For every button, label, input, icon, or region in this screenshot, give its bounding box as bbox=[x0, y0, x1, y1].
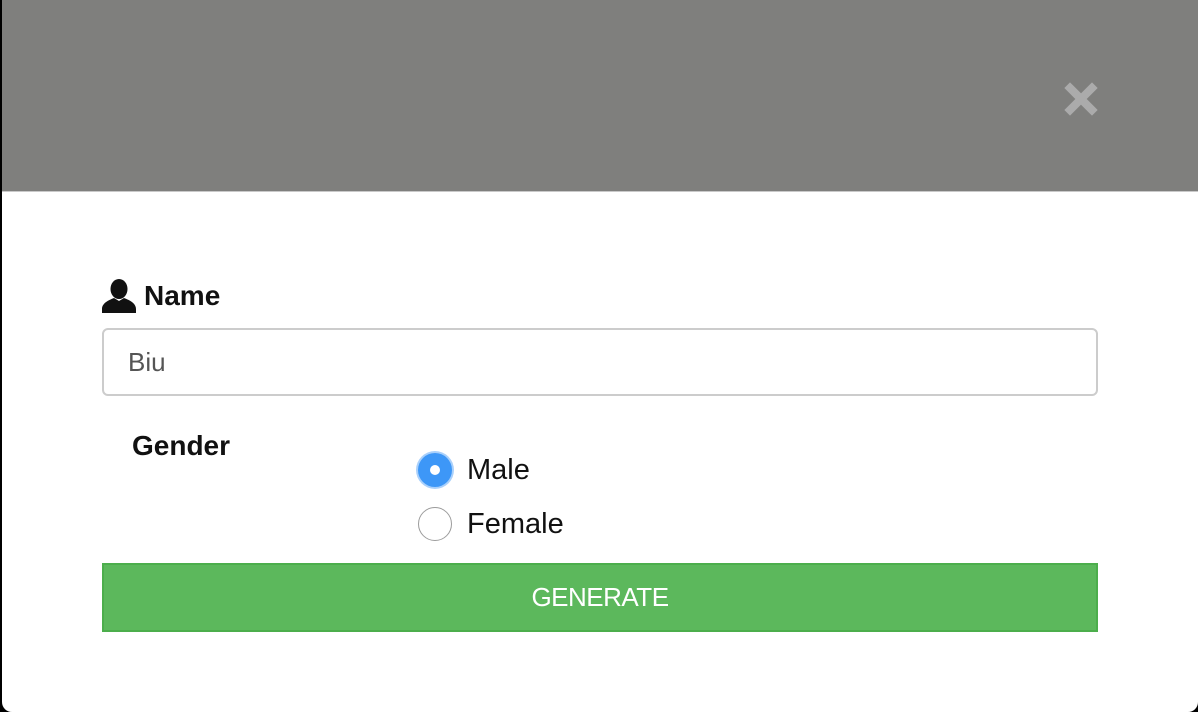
name-field-label: Name bbox=[102, 279, 220, 313]
female-label: Female bbox=[467, 507, 564, 540]
generate-button[interactable]: GENERATE bbox=[102, 563, 1098, 632]
user-icon bbox=[102, 279, 136, 313]
name-input[interactable] bbox=[102, 328, 1098, 396]
close-icon[interactable] bbox=[1062, 80, 1100, 118]
modal-header bbox=[2, 0, 1198, 192]
male-label: Male bbox=[467, 453, 530, 486]
modal-dialog: Name Gender Male Female GENERATE bbox=[2, 0, 1198, 712]
female-radio[interactable] bbox=[418, 507, 452, 541]
gender-label: Gender bbox=[132, 430, 231, 461]
name-label-text: Name bbox=[144, 280, 221, 311]
gender-option-male[interactable]: Male bbox=[418, 450, 530, 490]
gender-option-female[interactable]: Female bbox=[418, 504, 564, 544]
male-radio[interactable] bbox=[418, 453, 452, 487]
